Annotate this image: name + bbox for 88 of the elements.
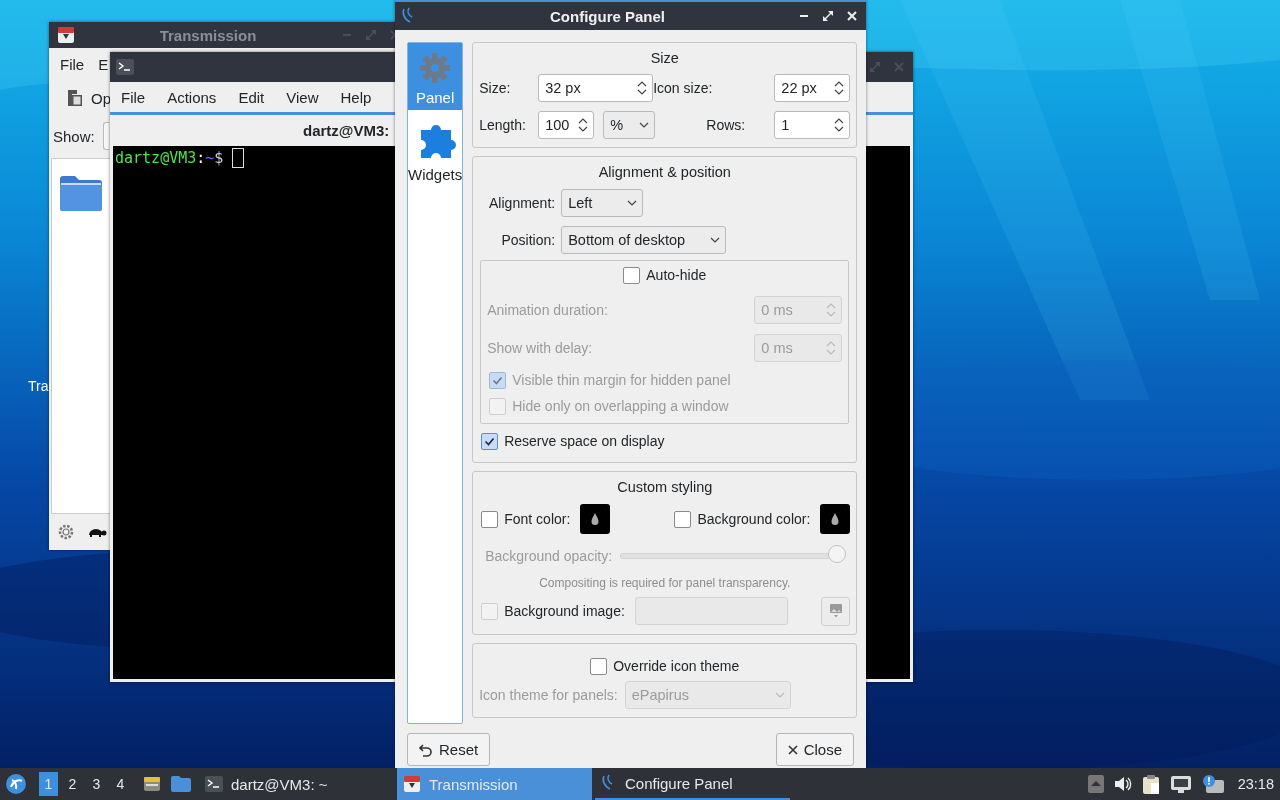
image-file-icon bbox=[828, 603, 843, 619]
menu-item[interactable]: Edit bbox=[227, 88, 276, 106]
menu-item[interactable]: File bbox=[110, 88, 157, 106]
desktop-switcher[interactable]: 3 bbox=[87, 772, 106, 796]
reset-button[interactable]: Reset bbox=[407, 733, 491, 766]
input-field[interactable] bbox=[634, 597, 788, 625]
dropdown[interactable]: Left bbox=[561, 189, 644, 217]
spin-box[interactable]: 32 px bbox=[538, 74, 654, 102]
spin-arrows-icon[interactable] bbox=[833, 116, 846, 134]
caret-icon[interactable] bbox=[626, 199, 639, 207]
field-label: Show with delay: bbox=[487, 340, 593, 356]
terminal-tab[interactable]: dartz@VM3: bbox=[303, 122, 390, 139]
taskbar-button[interactable]: dartz@VM3: ~ bbox=[199, 768, 394, 800]
menu-item[interactable]: File bbox=[60, 56, 85, 74]
field-label: Position: bbox=[500, 232, 556, 248]
clipboard-icon[interactable] bbox=[1141, 774, 1160, 794]
shell-prompt: dartz@VM3:~$ bbox=[115, 149, 224, 167]
field-label: Icon size: bbox=[653, 80, 713, 96]
menu-item[interactable]: View bbox=[275, 88, 330, 106]
spin-arrows-icon[interactable] bbox=[577, 116, 590, 134]
menu-item[interactable]: Actions bbox=[156, 88, 228, 106]
dropdown[interactable]: Bottom of desktop bbox=[561, 226, 727, 254]
sidebar-item[interactable]: Widgets bbox=[408, 110, 463, 187]
file-manager-icon[interactable] bbox=[143, 775, 161, 793]
field-label: Alignment: bbox=[488, 195, 556, 211]
open-file-icon[interactable] bbox=[67, 89, 83, 107]
transmission-icon[interactable] bbox=[403, 775, 421, 793]
checkbox-label: Override icon theme bbox=[613, 658, 740, 674]
dropdown[interactable]: % bbox=[603, 111, 656, 139]
taskbar-button[interactable]: Configure Panel bbox=[595, 768, 790, 800]
turtle-icon[interactable] bbox=[87, 526, 107, 538]
desktop-switcher[interactable]: 2 bbox=[63, 772, 82, 796]
group-title: Size bbox=[650, 49, 679, 68]
menu-item[interactable]: E bbox=[98, 56, 109, 74]
checkbox-label: Visible thin margin for hidden panel bbox=[512, 372, 731, 388]
maximize-icon[interactable] bbox=[822, 10, 834, 22]
transmission-icon bbox=[57, 26, 75, 44]
close-button[interactable]: Close bbox=[775, 733, 854, 766]
droplet-icon bbox=[830, 512, 841, 526]
window-title: Configure Panel bbox=[549, 7, 666, 25]
gear-icon[interactable] bbox=[57, 523, 75, 541]
color-button[interactable] bbox=[820, 504, 851, 534]
field-label: Icon theme for panels: bbox=[479, 687, 618, 703]
terminal-icon[interactable] bbox=[205, 776, 223, 792]
field-label: Background opacity: bbox=[485, 548, 613, 564]
checkbox-label: Hide only on overlapping a window bbox=[512, 398, 729, 414]
hint-text: Compositing is required for panel transparency. bbox=[539, 575, 791, 592]
caret-icon[interactable] bbox=[709, 236, 722, 244]
spin-box[interactable]: 1 bbox=[774, 111, 851, 139]
speaker-icon[interactable] bbox=[1113, 776, 1132, 792]
folder-icon[interactable] bbox=[171, 776, 191, 792]
update-icon[interactable] bbox=[1201, 774, 1224, 794]
network-icon[interactable] bbox=[1169, 775, 1192, 793]
window-title: Transmission bbox=[158, 26, 258, 44]
checkbox[interactable] bbox=[674, 510, 692, 528]
checkbox-label: Background image: bbox=[504, 603, 625, 619]
group-title: Alignment & position bbox=[598, 163, 731, 182]
color-button[interactable] bbox=[580, 504, 611, 534]
text-cursor bbox=[232, 148, 245, 168]
undo-icon[interactable] bbox=[419, 742, 433, 757]
spin-arrows-icon[interactable] bbox=[833, 79, 846, 97]
start-menu-icon[interactable] bbox=[5, 773, 27, 795]
folder-icon bbox=[60, 175, 102, 211]
checkbox[interactable] bbox=[623, 266, 641, 284]
checkbox[interactable] bbox=[481, 510, 499, 528]
close-icon[interactable] bbox=[787, 744, 798, 755]
menu-item[interactable]: Help bbox=[329, 88, 383, 106]
caret-icon[interactable] bbox=[638, 121, 651, 129]
spin-box[interactable]: 100 bbox=[538, 111, 595, 139]
group-title: Custom styling bbox=[617, 478, 713, 497]
field-label: Length: bbox=[479, 117, 527, 133]
droplet-icon bbox=[590, 512, 601, 526]
desktop-icon-label[interactable]: Tra bbox=[28, 378, 49, 394]
field-label: Show: bbox=[53, 127, 95, 145]
spin-arrows-icon[interactable] bbox=[636, 79, 649, 97]
checkbox[interactable] bbox=[481, 432, 499, 450]
field-label: Rows: bbox=[706, 117, 747, 133]
terminal-icon bbox=[116, 59, 134, 75]
field-label: Size: bbox=[479, 80, 512, 96]
field-label: Animation duration: bbox=[487, 302, 608, 318]
checkbox-label: Font color: bbox=[504, 511, 571, 527]
desktop-switcher[interactable]: 4 bbox=[111, 772, 130, 796]
clock[interactable]: 23:18 bbox=[1237, 776, 1274, 792]
spin-box[interactable]: 22 px bbox=[774, 74, 851, 102]
checkbox-label: Auto-hide bbox=[646, 267, 707, 283]
toolbar-button[interactable]: Op bbox=[91, 89, 111, 107]
checkbox-label: Reserve space on display bbox=[504, 433, 665, 449]
checkbox-label: Background color: bbox=[697, 511, 811, 527]
